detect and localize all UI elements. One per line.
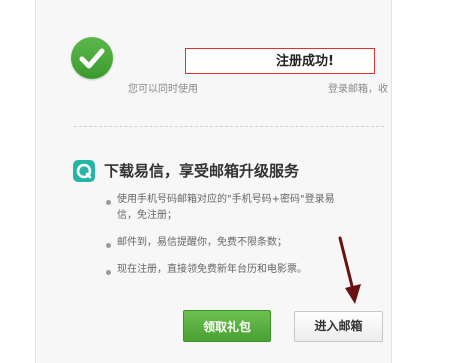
promo-title: 下载易信，享受邮箱升级服务 xyxy=(104,162,300,180)
annotation-arrow-icon xyxy=(338,236,361,304)
promo-bullet-2: 邮件到，易信提醒你，免费不限条数； xyxy=(117,237,287,248)
hint-text-left: 您可以同时使用 xyxy=(128,84,198,95)
hint-text-right: 登录邮箱，收 xyxy=(328,84,388,95)
promo-bullet-3: 现在注册，直接领免费新年台历和电影票。 xyxy=(117,264,307,275)
promo-bullet-1: 使用手机号码邮箱对应的"手机号码+密码"登录易信，免注册； xyxy=(117,194,335,221)
success-check-icon xyxy=(71,37,113,79)
claim-gift-button[interactable]: 领取礼包 xyxy=(183,310,271,342)
bullet-dot xyxy=(106,200,111,205)
yixin-app-icon xyxy=(73,160,95,182)
success-title: 注册成功! xyxy=(276,54,334,69)
bullet-dot xyxy=(106,270,111,275)
bullet-dot xyxy=(106,243,111,248)
section-divider xyxy=(74,126,384,127)
enter-mailbox-button[interactable]: 进入邮箱 xyxy=(294,311,383,342)
